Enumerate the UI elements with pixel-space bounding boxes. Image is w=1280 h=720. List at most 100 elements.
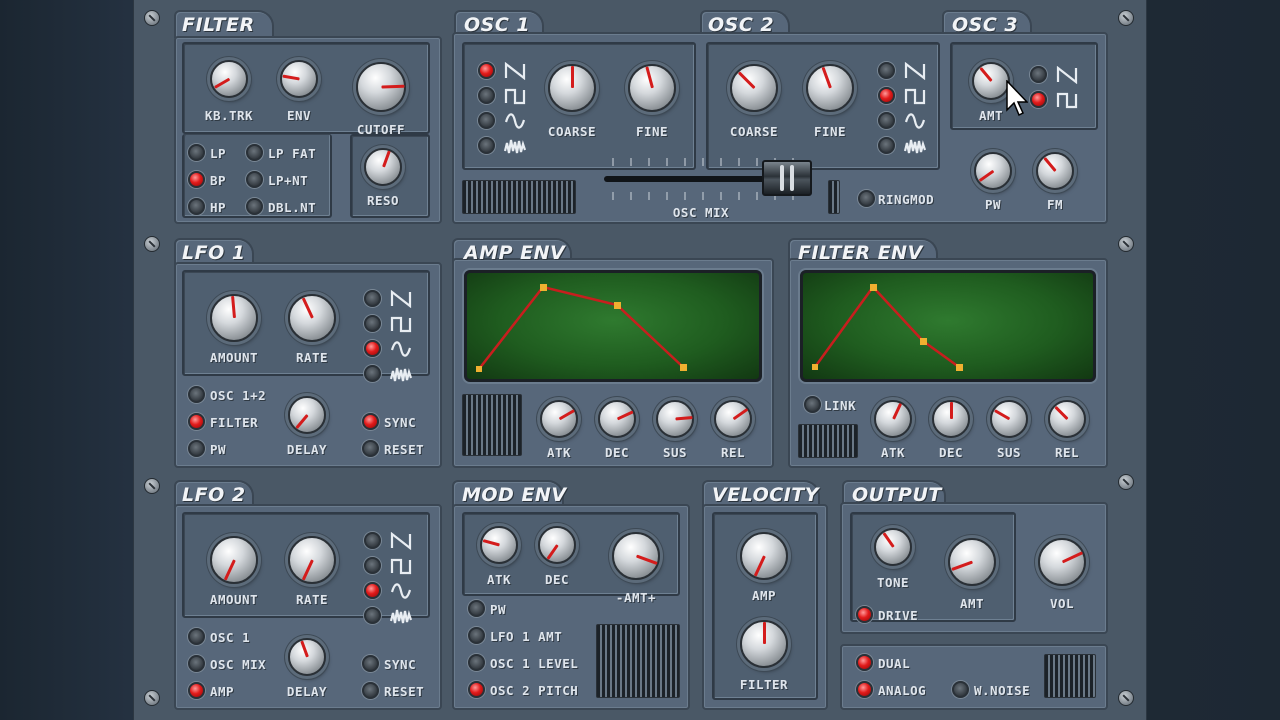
velocity-amp-knob[interactable]	[740, 532, 788, 580]
lfo1-dest-pw-led[interactable]	[188, 440, 205, 457]
lfo2-reset-led[interactable]	[362, 682, 379, 699]
lfo2-sync-led[interactable]	[362, 655, 379, 672]
cutoff-knob[interactable]	[356, 62, 406, 112]
lfo1-rate-knob[interactable]	[288, 294, 336, 342]
lfo1-wave-square-led[interactable]	[364, 315, 381, 332]
osc1-coarse-label: COARSE	[547, 124, 597, 139]
env-point[interactable]	[920, 338, 927, 345]
osc2-wave-saw-led[interactable]	[878, 62, 895, 79]
lfo1-sync-led[interactable]	[362, 413, 379, 430]
osc1-wave-saw-led[interactable]	[478, 62, 495, 79]
env-point[interactable]	[614, 302, 621, 309]
env-point[interactable]	[812, 364, 818, 370]
lfo2-dest-oscmix-led[interactable]	[188, 655, 205, 672]
lfo1-title: LFO 1	[182, 242, 246, 264]
lfo2-delay-knob[interactable]	[288, 638, 326, 676]
osc2-coarse-knob[interactable]	[730, 64, 778, 112]
osc3-pw-knob[interactable]	[974, 152, 1012, 190]
env-point[interactable]	[956, 364, 963, 371]
filter-mode-hp-led[interactable]	[188, 198, 205, 215]
osc-mix-slider[interactable]	[762, 160, 812, 196]
filter-mode-lpnt-led[interactable]	[246, 171, 263, 188]
fenv-sus-knob[interactable]	[990, 400, 1028, 438]
square-wave-icon	[390, 316, 412, 333]
screw-icon	[144, 10, 160, 26]
kbtrk-knob[interactable]	[210, 60, 248, 98]
mod-env-atk-knob[interactable]	[480, 526, 518, 564]
osc3-fm-knob[interactable]	[1036, 152, 1074, 190]
lfo2-dest-osc1-led[interactable]	[188, 628, 205, 645]
output-amt-knob[interactable]	[948, 538, 996, 586]
lfo1-dest-filter-led[interactable]	[188, 413, 205, 430]
analog-led[interactable]	[856, 681, 873, 698]
lfo1-amount-knob[interactable]	[210, 294, 258, 342]
noise-wave-icon	[390, 609, 412, 624]
filter-mode-lp-led[interactable]	[188, 144, 205, 161]
lfo2-wave-square-led[interactable]	[364, 557, 381, 574]
mod-env-amt-knob[interactable]	[612, 532, 660, 580]
mod-env-dest-osc1level-led[interactable]	[468, 654, 485, 671]
dual-led[interactable]	[856, 654, 873, 671]
env-knob[interactable]	[280, 60, 318, 98]
osc2-fine-knob[interactable]	[806, 64, 854, 112]
osc2-wave-square-led[interactable]	[878, 87, 895, 104]
mod-env-dest-osc2pitch-led[interactable]	[468, 681, 485, 698]
osc1-wave-sine-led[interactable]	[478, 112, 495, 129]
lfo2-rate-knob[interactable]	[288, 536, 336, 584]
fenv-atk-knob[interactable]	[874, 400, 912, 438]
osc3-wave-saw-led[interactable]	[1030, 66, 1047, 83]
filter-mode-lpfat-led[interactable]	[246, 144, 263, 161]
osc2-wave-noise-led[interactable]	[878, 137, 895, 154]
osc3-wave-square-led[interactable]	[1030, 91, 1047, 108]
amp-atk-knob[interactable]	[540, 400, 578, 438]
fenv-rel-knob[interactable]	[1048, 400, 1086, 438]
velocity-filter-knob[interactable]	[740, 620, 788, 668]
mod-env-dest-lfo1amt-led[interactable]	[468, 627, 485, 644]
lfo1-wave-saw-led[interactable]	[364, 290, 381, 307]
amp-rel-knob[interactable]	[714, 400, 752, 438]
filter-env-link-led[interactable]	[804, 396, 821, 413]
osc1-wave-square-led[interactable]	[478, 87, 495, 104]
osc1-fine-knob[interactable]	[628, 64, 676, 112]
lfo2-amount-knob[interactable]	[210, 536, 258, 584]
lfo2-wave-sine-led[interactable]	[364, 582, 381, 599]
lfo1-wave-sine-led[interactable]	[364, 340, 381, 357]
square-wave-icon	[390, 558, 412, 575]
filter-mode-dblnt-led[interactable]	[246, 198, 263, 215]
env-point[interactable]	[870, 284, 877, 291]
square-wave-icon	[1056, 92, 1078, 109]
ringmod-led[interactable]	[858, 190, 875, 207]
fenv-dec-knob[interactable]	[932, 400, 970, 438]
lfo2-wave-noise-led[interactable]	[364, 607, 381, 624]
lfo2-dest-amp-led[interactable]	[188, 682, 205, 699]
wnoise-led[interactable]	[952, 681, 969, 698]
lfo1-dest-osc12-led[interactable]	[188, 386, 205, 403]
osc3-amt-knob[interactable]	[972, 62, 1010, 100]
amp-dec-knob[interactable]	[598, 400, 636, 438]
osc3-title: OSC 3	[952, 14, 1019, 36]
square-wave-icon	[504, 88, 526, 105]
screw-icon	[1118, 690, 1134, 706]
filter-mode-bp-led[interactable]	[188, 171, 205, 188]
amp-sus-knob[interactable]	[656, 400, 694, 438]
output-drive-led[interactable]	[856, 606, 873, 623]
osc2-wave-sine-led[interactable]	[878, 112, 895, 129]
filter-mode-dblnt-label: DBL.NT	[268, 200, 317, 215]
lfo1-delay-knob[interactable]	[288, 396, 326, 434]
lfo1-amount-label: AMOUNT	[209, 350, 259, 365]
output-tone-knob[interactable]	[874, 528, 912, 566]
reso-knob[interactable]	[364, 148, 402, 186]
mod-env-dec-knob[interactable]	[538, 526, 576, 564]
lfo2-wave-saw-led[interactable]	[364, 532, 381, 549]
osc1-wave-noise-led[interactable]	[478, 137, 495, 154]
noise-wave-icon	[504, 139, 526, 154]
env-point[interactable]	[476, 366, 482, 372]
lfo1-reset-led[interactable]	[362, 440, 379, 457]
env-point[interactable]	[680, 364, 687, 371]
osc1-coarse-knob[interactable]	[548, 64, 596, 112]
lfo1-wave-noise-led[interactable]	[364, 365, 381, 382]
env-point[interactable]	[540, 284, 547, 291]
output-vol-knob[interactable]	[1038, 538, 1086, 586]
mod-env-dest-pw-led[interactable]	[468, 600, 485, 617]
output-title: OUTPUT	[852, 484, 942, 506]
